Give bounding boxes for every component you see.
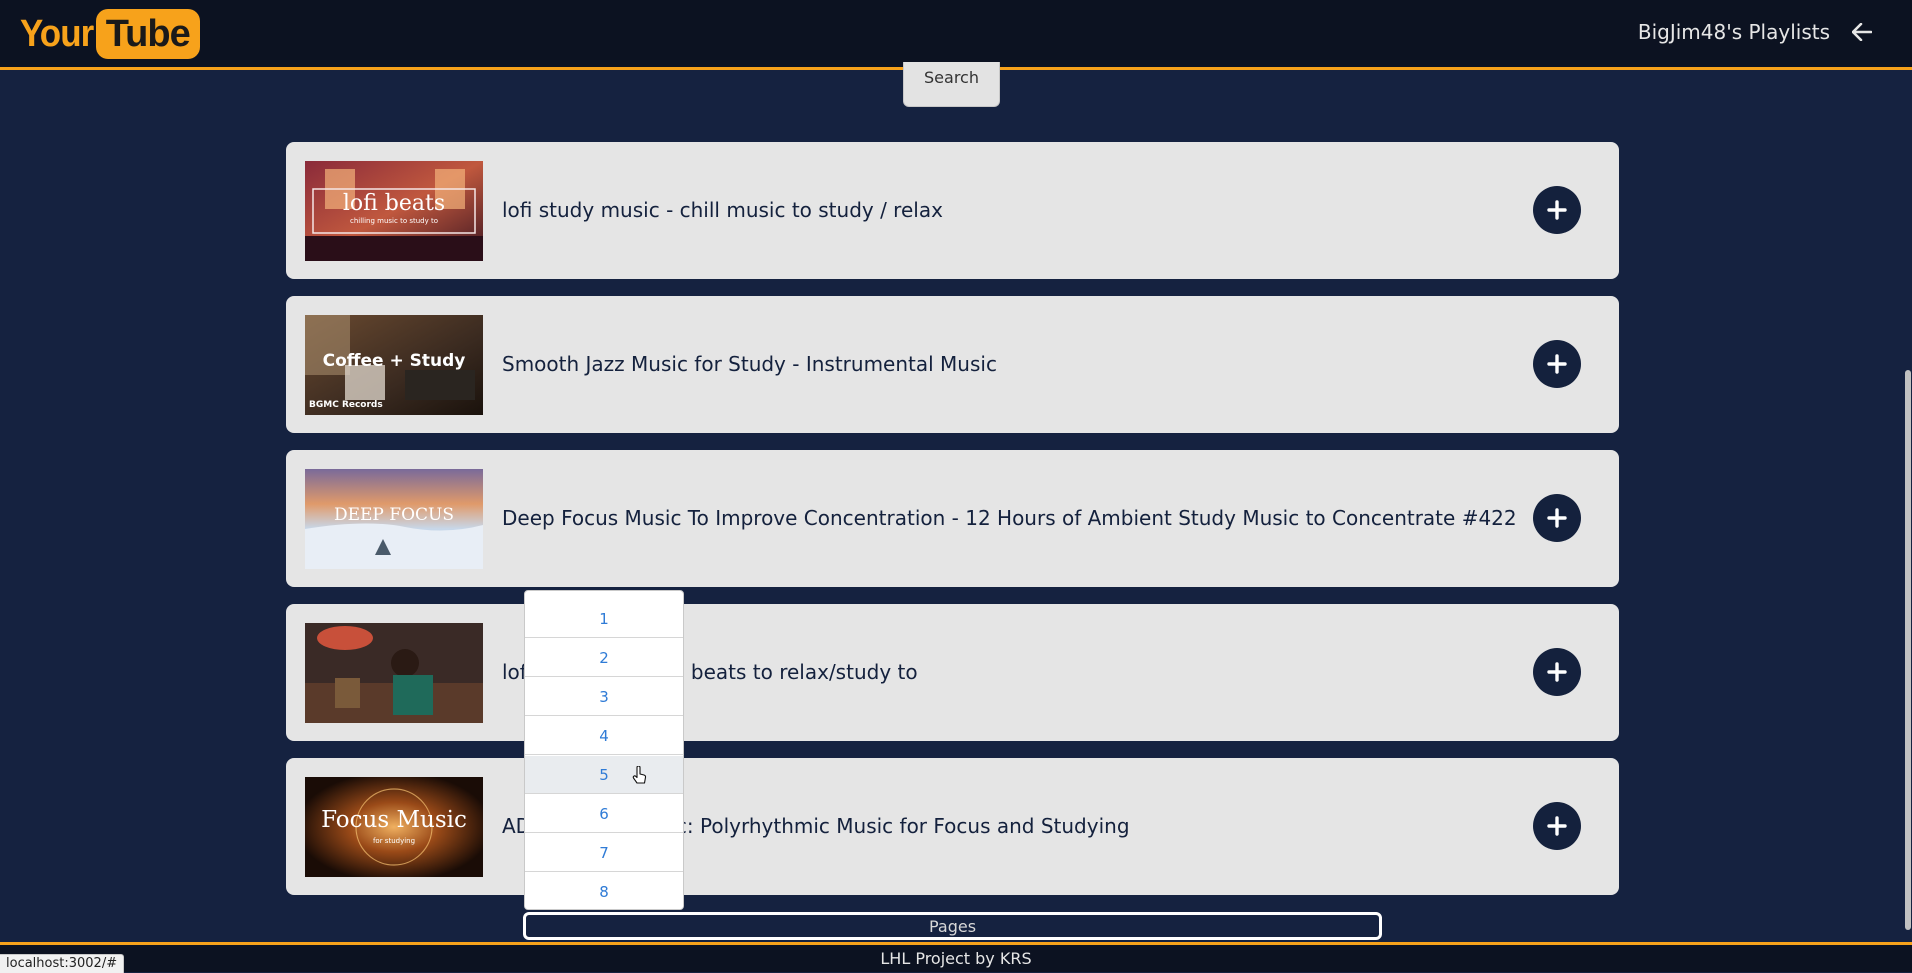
page-option-2[interactable]: 2 xyxy=(525,639,683,677)
video-thumbnail[interactable]: lofi beats chilling music to study to xyxy=(305,161,483,261)
logo-tube-text: Tube xyxy=(95,9,200,59)
plus-icon xyxy=(1547,200,1567,220)
video-thumbnail[interactable]: Coffee + Study BGMC Records xyxy=(305,315,483,415)
thumbnail-subtext: chilling music to study to xyxy=(349,217,438,225)
status-bar-url: localhost:3002/# xyxy=(0,954,125,973)
add-to-playlist-button[interactable] xyxy=(1533,648,1581,696)
scrollbar-thumb[interactable] xyxy=(1905,370,1911,930)
page-option-6[interactable]: 6 xyxy=(525,795,683,833)
page-option-7[interactable]: 7 xyxy=(525,834,683,872)
page-option-4[interactable]: 4 xyxy=(525,717,683,755)
pages-select[interactable]: Pages xyxy=(523,912,1382,940)
header-right: BigJim48's Playlists xyxy=(1638,20,1872,44)
video-thumbnail[interactable] xyxy=(305,623,483,723)
video-title: Deep Focus Music To Improve Concentratio… xyxy=(502,506,1517,530)
thumbnail-subtext: BGMC Records xyxy=(309,400,383,410)
page-option-1[interactable]: 1 xyxy=(525,600,683,638)
plus-icon xyxy=(1547,816,1567,836)
add-to-playlist-button[interactable] xyxy=(1533,802,1581,850)
page-option-8[interactable]: 8 xyxy=(525,873,683,909)
playlists-title[interactable]: BigJim48's Playlists xyxy=(1638,20,1830,44)
thumbnail-text: Focus Music xyxy=(321,807,467,833)
video-thumbnail[interactable]: DEEP FOCUS xyxy=(305,469,483,569)
search-button[interactable]: Search xyxy=(903,62,1000,107)
add-to-playlist-button[interactable] xyxy=(1533,494,1581,542)
video-result-card: DEEP FOCUS Deep Focus Music To Improve C… xyxy=(286,450,1619,587)
video-title: lofi study music - chill music to study … xyxy=(502,198,943,222)
plus-icon xyxy=(1547,662,1567,682)
plus-icon xyxy=(1547,508,1567,528)
video-title: Smooth Jazz Music for Study - Instrument… xyxy=(502,352,997,376)
video-result-card: lofi hip hop radio - beats to relax/stud… xyxy=(286,604,1619,741)
footer: LHL Project by KRS xyxy=(0,942,1912,972)
yourtube-logo[interactable]: Your Tube xyxy=(20,9,200,59)
arrow-left-icon[interactable] xyxy=(1852,23,1872,41)
pages-dropdown-menu: 1 2 3 4 5 6 7 8 xyxy=(524,590,684,910)
hand-pointer-icon xyxy=(632,765,648,790)
page-option-5[interactable]: 5 xyxy=(525,756,683,794)
video-result-card: lofi beats chilling music to study to lo… xyxy=(286,142,1619,279)
video-result-card: Focus Music for studying ADHD Relief Mus… xyxy=(286,758,1619,895)
search-button-label: Search xyxy=(924,68,979,87)
add-to-playlist-button[interactable] xyxy=(1533,340,1581,388)
dropdown-spacer xyxy=(525,591,683,599)
top-navbar: Your Tube BigJim48's Playlists xyxy=(0,0,1912,70)
plus-icon xyxy=(1547,354,1567,374)
add-to-playlist-button[interactable] xyxy=(1533,186,1581,234)
thumbnail-text: DEEP FOCUS xyxy=(333,505,454,525)
video-result-card: Coffee + Study BGMC Records Smooth Jazz … xyxy=(286,296,1619,433)
logo-your-text: Your xyxy=(20,12,94,55)
thumbnail-text: Coffee + Study xyxy=(322,351,466,371)
pages-select-label: Pages xyxy=(928,916,977,936)
video-thumbnail[interactable]: Focus Music for studying xyxy=(305,777,483,877)
page-option-3[interactable]: 3 xyxy=(525,678,683,716)
thumbnail-subtext: for studying xyxy=(372,837,416,845)
footer-text: LHL Project by KRS xyxy=(880,949,1032,968)
thumbnail-text: lofi beats xyxy=(342,191,446,216)
